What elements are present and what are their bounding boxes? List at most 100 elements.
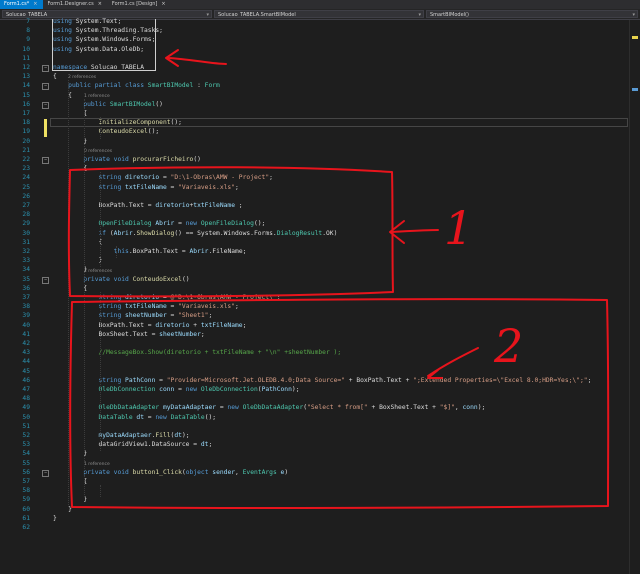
code-line[interactable]: 9 using System.Windows.Forms; (0, 35, 630, 44)
code-line[interactable]: 27 BoxPath.Text = diretorio+txtFileName … (0, 201, 630, 210)
vertical-scrollbar[interactable] (629, 20, 640, 574)
collapse-toggle-icon[interactable]: − (42, 157, 49, 164)
code-line[interactable]: 35 private void ConteudoExcel() (0, 275, 630, 284)
code-line[interactable]: 17 { (0, 109, 630, 118)
code-line[interactable]: 53 dataGridView1.DataSource = dt; (0, 440, 630, 449)
code-text: private void button1_Click(object sender… (53, 468, 288, 477)
code-line[interactable]: 7 using System.Text; (0, 17, 630, 26)
tab-1[interactable]: Form1.Designer.cs × (43, 0, 107, 9)
code-line[interactable]: 50 DataTable dt = new DataTable(); (0, 413, 630, 422)
code-token: = (166, 183, 179, 191)
collapse-toggle-icon[interactable]: − (42, 101, 49, 109)
code-line[interactable]: 14 public partial class SmartBIModel : F… (0, 81, 630, 90)
line-number: 60 (22, 505, 30, 513)
code-line[interactable]: 29 OpenFileDialog Abrir = new OpenFileDi… (0, 219, 630, 228)
code-line[interactable]: 31 { (0, 238, 630, 247)
code-line[interactable]: 49 OleDbDataAdapter myDataAdaptaer = new… (0, 403, 630, 412)
scrollbar-change-marker (632, 36, 638, 39)
code-line[interactable]: 41 BoxSheet.Text = sheetNumber; (0, 330, 630, 339)
code-line[interactable]: 28 (0, 210, 630, 219)
code-token: DataTable (170, 413, 205, 421)
code-token: PathConn (261, 386, 292, 393)
line-number: 29 (22, 220, 30, 228)
close-icon[interactable]: × (161, 1, 165, 7)
code-line[interactable]: 26 (0, 192, 630, 201)
code-line[interactable]: 19 ConteudoExcel(); (0, 127, 630, 136)
code-token: , (454, 404, 463, 412)
code-token: , (235, 468, 243, 476)
code-line[interactable]: 23 { (0, 164, 630, 173)
line-number: 22 (22, 156, 30, 163)
code-text: string diretorio = "D:\1-Obras\AMW - Pro… (53, 173, 273, 182)
collapse-toggle-icon[interactable]: − (42, 276, 49, 284)
codelens-references[interactable]: 2 references (68, 75, 96, 81)
code-line[interactable]: 16 public SmartBIModel() (0, 100, 630, 109)
code-line[interactable]: 33 } (0, 256, 630, 265)
close-icon[interactable]: × (33, 1, 37, 7)
code-line[interactable]: 61} (0, 514, 630, 523)
code-line[interactable]: 37 string diretorio = @"D:\1-Obras\AMW -… (0, 293, 630, 302)
code-token: System.Data.OleDb; (75, 45, 144, 53)
code-token: ; (208, 441, 213, 449)
code-line[interactable]: 56 private void button1_Click(object sen… (0, 468, 630, 477)
code-line[interactable]: 30 if (Abrir.ShowDialog() == System.Wind… (0, 229, 630, 238)
codelens-references[interactable]: 1 reference (84, 94, 110, 100)
code-token: } (53, 450, 88, 458)
code-token: "Provider=Microsoft.Jet.OLEDB.4.0;Data S… (166, 376, 345, 384)
code-line[interactable]: 25 string txtFileName = "Variaveis.xls"; (0, 183, 630, 192)
code-token: private void (83, 156, 133, 163)
tab-2[interactable]: Form1.cs [Design] × (108, 0, 172, 9)
code-line[interactable]: 46 string PathConn = "Provider=Microsoft… (0, 376, 630, 385)
collapse-toggle-icon[interactable]: − (42, 83, 49, 91)
code-token: = (174, 386, 186, 393)
code-line[interactable]: 59 } (0, 495, 630, 504)
code-token: Solucao_TABELA (90, 64, 144, 71)
line-number: 49 (22, 404, 30, 412)
code-line[interactable]: 43 //MessageBox.Show(diretorio + txtFile… (0, 348, 630, 357)
code-line[interactable]: 52 myDataAdaptaer.Fill(dt); (0, 431, 630, 440)
collapse-toggle-icon[interactable]: − (42, 65, 49, 72)
line-number: 24 (22, 174, 30, 182)
code-editor[interactable]: 7 using System.Text; 8 using System.Threadi… (0, 17, 640, 574)
code-line[interactable]: 22 private void procurarFicheiro() (0, 155, 630, 164)
code-line[interactable]: 36 { (0, 284, 630, 293)
code-token: sender (212, 468, 236, 476)
close-icon[interactable]: × (98, 1, 102, 7)
code-line[interactable]: 57 { (0, 477, 630, 486)
code-line[interactable]: 20 } (0, 137, 630, 146)
code-line[interactable]: 40 BoxPath.Text = diretorio + txtFileNam… (0, 321, 630, 330)
code-line[interactable]: 39 string sheetNumber = "Sheet1"; (0, 311, 630, 320)
code-text: string diretorio = @"D:\1-Obras\AMW - Pr… (53, 293, 281, 302)
code-token: Abrir (113, 229, 133, 237)
code-line[interactable]: 8 using System.Threading.Tasks; (0, 26, 630, 35)
code-line[interactable]: 60 } (0, 505, 630, 514)
code-line[interactable]: 62 (0, 523, 630, 532)
code-token: .BoxPath.Text = (128, 248, 190, 255)
tab-0[interactable]: Form1.cs* × (0, 0, 44, 9)
code-line[interactable]: 47 OleDbConnection conn = new OleDbConne… (0, 385, 630, 394)
code-line[interactable]: 48 (0, 394, 630, 403)
code-line[interactable]: 44 (0, 357, 630, 366)
code-line[interactable]: 42 (0, 339, 630, 348)
code-line[interactable]: 38 string txtFileName = "Variaveis.xls"; (0, 302, 630, 311)
code-line[interactable]: 24 string diretorio = "D:\1-Obras\AMW - … (0, 173, 630, 182)
code-text: myDataAdaptaer.Fill(dt); (53, 431, 190, 440)
collapse-toggle-icon[interactable]: − (42, 469, 49, 477)
code-token: System.Text; (75, 18, 122, 25)
codelens-references[interactable]: 2 references (84, 269, 112, 275)
code-line[interactable]: 51 (0, 422, 630, 431)
code-line[interactable]: 10 using System.Data.OleDb; (0, 45, 630, 54)
code-line[interactable]: 58 (0, 486, 630, 495)
code-line[interactable]: 54 } (0, 449, 630, 458)
code-line[interactable]: 11 (0, 54, 630, 63)
codelens-references[interactable]: 1 reference (84, 462, 110, 468)
codelens-references[interactable]: 0 references (84, 149, 112, 155)
line-number: 23 (22, 165, 30, 173)
code-line[interactable]: 12 namespace Solucao_TABELA (0, 63, 630, 72)
code-line[interactable]: 32 this.BoxPath.Text = Abrir.FileName; (0, 247, 630, 256)
code-token: EventArgs (242, 468, 281, 476)
code-token: Abrir (189, 248, 209, 255)
code-line[interactable]: 45 (0, 367, 630, 376)
line-number: 33 (22, 257, 30, 265)
